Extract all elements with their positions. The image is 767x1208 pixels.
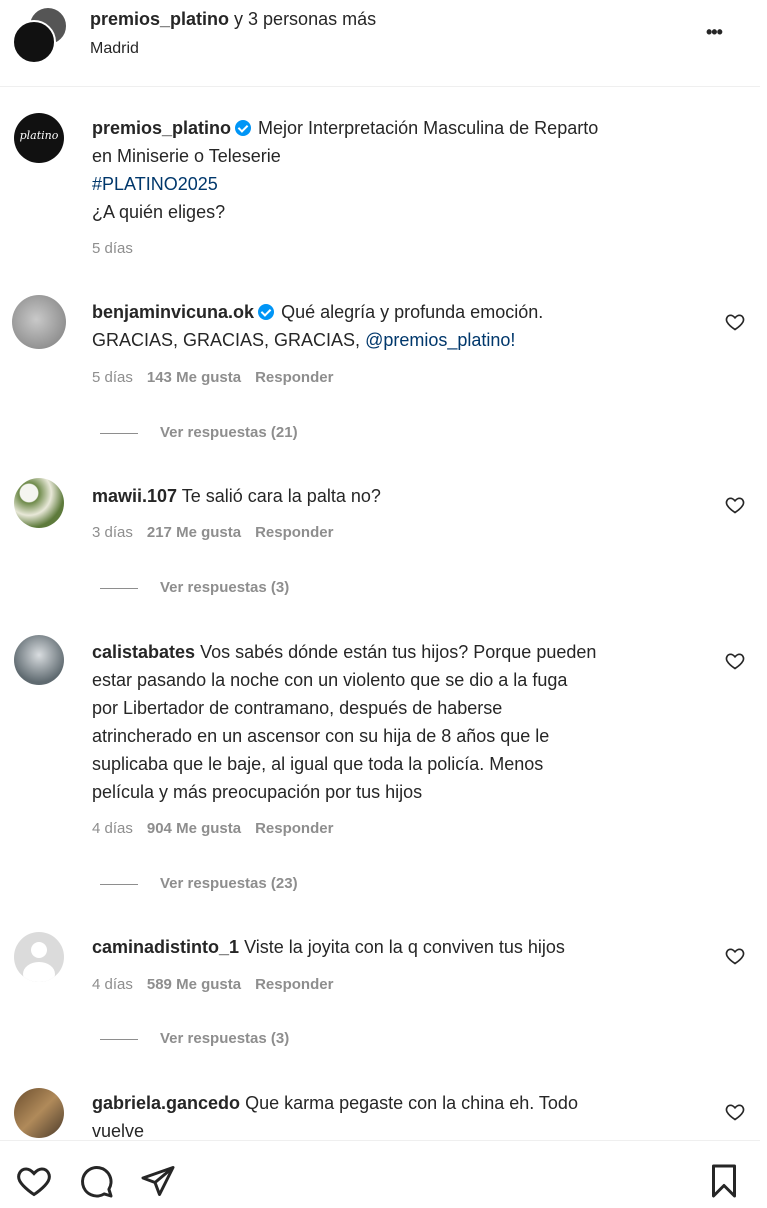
comment-body: Vos sabés dónde están tus hijos? Porque … <box>200 642 597 662</box>
comment-meta: 5 días 143 Me gusta Responder <box>92 369 347 386</box>
comment-icon[interactable] <box>78 1163 114 1199</box>
comment-body: Viste la joyita con la q conviven tus hi… <box>244 937 565 957</box>
comment-text: caminadistinto_1 Viste la joyita con la … <box>92 933 712 961</box>
comment-like-heart-icon[interactable] <box>725 1102 745 1122</box>
comment-like-heart-icon[interactable] <box>725 495 745 515</box>
comment-username[interactable]: benjaminvicuna.ok <box>92 302 254 322</box>
comment-likes[interactable]: 589 Me gusta <box>147 976 241 993</box>
comment-time: 4 días <box>92 976 133 993</box>
comment-body: Te salió cara la palta no? <box>181 486 381 506</box>
comment-body: por Libertador de contramano, después de… <box>92 698 503 718</box>
comment-like-heart-icon[interactable] <box>725 946 745 966</box>
comment-meta: 4 días 904 Me gusta Responder <box>92 820 347 837</box>
comment-avatar[interactable] <box>14 1088 64 1138</box>
reply-button[interactable]: Responder <box>255 524 333 541</box>
caption-text-line2: en Miniserie o Teleserie <box>92 146 281 166</box>
like-heart-icon[interactable] <box>16 1163 52 1199</box>
view-replies-button[interactable]: Ver respuestas (21) <box>100 424 298 441</box>
comment-body: Que karma pegaste con la china eh. Todo <box>245 1093 578 1113</box>
caption-text-line1: Mejor Interpretación Masculina de Repart… <box>258 118 599 138</box>
header-title-rest: y 3 personas más <box>229 9 377 29</box>
comment-body: atrincherado en un ascensor con su hija … <box>92 726 550 746</box>
comment-body: GRACIAS, GRACIAS, GRACIAS, <box>92 330 361 350</box>
action-bar-divider <box>0 1140 760 1141</box>
comment-likes[interactable]: 904 Me gusta <box>147 820 241 837</box>
header-divider <box>0 86 760 87</box>
view-replies-label: Ver respuestas (23) <box>160 875 298 892</box>
comment-like-heart-icon[interactable] <box>725 312 745 332</box>
comment-body: Qué alegría y profunda emoción. <box>281 302 544 322</box>
view-replies-label: Ver respuestas (3) <box>160 579 290 596</box>
replies-line <box>100 1038 138 1040</box>
comment-likes[interactable]: 143 Me gusta <box>147 369 241 386</box>
comment-avatar[interactable] <box>14 478 64 528</box>
view-replies-button[interactable]: Ver respuestas (3) <box>100 1030 289 1047</box>
replies-line <box>100 432 138 434</box>
caption-username[interactable]: premios_platino <box>92 118 231 138</box>
comment-username[interactable]: mawii.107 <box>92 486 177 506</box>
verified-badge-icon <box>258 304 275 320</box>
comment-text: mawii.107 Te salió cara la palta no? <box>92 482 712 510</box>
caption-block: premios_platino Mejor Interpretación Mas… <box>92 114 732 226</box>
header-avatar[interactable] <box>12 20 56 64</box>
bookmark-icon[interactable] <box>706 1163 742 1199</box>
platino-logo: platino <box>19 129 59 142</box>
comment-username[interactable]: caminadistinto_1 <box>92 937 239 957</box>
header-username[interactable]: premios_platino <box>90 9 229 29</box>
comment-body: película y más preocupación por tus hijo… <box>92 782 423 802</box>
comment-meta: 4 días 589 Me gusta Responder <box>92 976 347 993</box>
verified-badge-icon <box>235 120 252 136</box>
comment-body: vuelve <box>92 1121 145 1140</box>
view-replies-button[interactable]: Ver respuestas (23) <box>100 875 298 892</box>
comment-body: suplicaba que le baje, al igual que toda… <box>92 754 544 774</box>
replies-line <box>100 587 138 589</box>
view-replies-button[interactable]: Ver respuestas (3) <box>100 579 289 596</box>
caption-avatar[interactable]: platino <box>14 113 64 163</box>
view-replies-label: Ver respuestas (3) <box>160 1030 290 1047</box>
default-avatar-body-icon <box>23 962 55 982</box>
caption-question: ¿A quién eliges? <box>92 202 226 222</box>
comment-avatar[interactable] <box>12 295 66 349</box>
comment-time: 5 días <box>92 369 133 386</box>
comment-like-heart-icon[interactable] <box>725 651 745 671</box>
more-options-button[interactable]: ••• <box>706 22 723 43</box>
comment-time: 3 días <box>92 524 133 541</box>
comment-meta: 3 días 217 Me gusta Responder <box>92 524 347 541</box>
mention-link[interactable]: @premios_platino! <box>365 330 515 350</box>
comment-avatar[interactable] <box>14 932 64 982</box>
reply-button[interactable]: Responder <box>255 820 333 837</box>
comment-clip: gabriela.gancedo Que karma pegaste con l… <box>0 1080 767 1140</box>
comment-username[interactable]: gabriela.gancedo <box>92 1093 240 1113</box>
view-replies-label: Ver respuestas (21) <box>160 424 298 441</box>
comment-text: calistabates Vos sabés dónde están tus h… <box>92 638 732 806</box>
comment-text: gabriela.gancedo Que karma pegaste con l… <box>92 1089 712 1140</box>
comment-text: benjaminvicuna.ok Qué alegría y profunda… <box>92 298 712 354</box>
comment-time: 4 días <box>92 820 133 837</box>
replies-line <box>100 883 138 885</box>
reply-button[interactable]: Responder <box>255 369 333 386</box>
send-icon[interactable] <box>140 1163 176 1199</box>
caption-time: 5 días <box>92 240 133 257</box>
comment-avatar[interactable] <box>14 635 64 685</box>
header-location[interactable]: Madrid <box>90 40 139 58</box>
comment-body: estar pasando la noche con un violento q… <box>92 670 568 690</box>
reply-button[interactable]: Responder <box>255 976 333 993</box>
header-title[interactable]: premios_platino y 3 personas más <box>90 5 376 33</box>
caption-hashtag[interactable]: #PLATINO2025 <box>92 170 732 198</box>
default-avatar-head-icon <box>31 942 47 958</box>
comment-likes[interactable]: 217 Me gusta <box>147 524 241 541</box>
comment-username[interactable]: calistabates <box>92 642 195 662</box>
